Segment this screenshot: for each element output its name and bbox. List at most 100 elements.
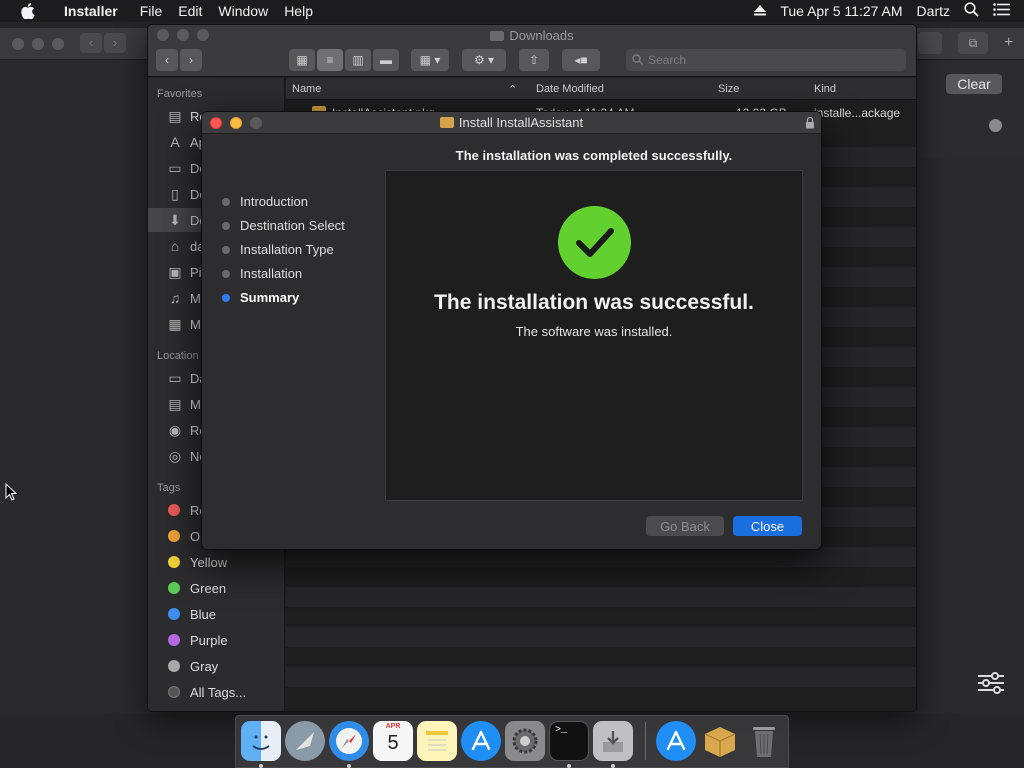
eject-icon[interactable] — [754, 3, 767, 19]
tags-header: Tags — [157, 482, 181, 494]
terminal-icon[interactable]: >_ — [549, 721, 589, 761]
sliders-icon[interactable] — [978, 672, 1004, 697]
step-installation-type: Installation Type — [222, 242, 334, 257]
running-indicator — [611, 764, 615, 768]
cd-icon: ◉ — [168, 421, 182, 438]
notification-close-icon[interactable] — [989, 119, 1002, 132]
bg-back-icon[interactable]: ‹ — [80, 33, 102, 53]
sidebar-tag-gray[interactable]: Gray — [148, 654, 285, 678]
sort-chevron-up-icon[interactable]: ⌃ — [508, 83, 517, 96]
bg-close-button[interactable] — [12, 38, 24, 50]
running-indicator — [567, 764, 571, 768]
bg-minimize-button[interactable] — [32, 38, 44, 50]
menu-datetime[interactable]: Tue Apr 5 11:27 AM — [780, 3, 902, 19]
tag-color-icon — [168, 634, 180, 646]
notes-icon[interactable] — [417, 721, 457, 761]
bg-tabs-icon[interactable]: ⧉ — [958, 32, 988, 54]
step-label: Destination Select — [240, 218, 345, 233]
sidebar-tag-purple[interactable]: Purple — [148, 628, 285, 652]
sidebar-all-tags[interactable]: All Tags... — [148, 680, 285, 704]
gallery-view-icon[interactable]: ▬ — [373, 49, 399, 71]
step-destination-select: Destination Select — [222, 218, 345, 233]
step-label: Installation Type — [240, 242, 334, 257]
all-tags-icon — [168, 686, 180, 698]
installer-heading: The installation was completed successfu… — [455, 148, 733, 163]
share-icon[interactable]: ⇧ — [519, 49, 549, 71]
menu-file[interactable]: File — [132, 3, 171, 19]
apple-menu-icon[interactable] — [0, 3, 56, 19]
tag-color-icon — [168, 660, 180, 672]
column-size[interactable]: Size — [718, 83, 739, 95]
sidebar-item-label: Purple — [190, 632, 228, 648]
empty-row — [286, 667, 916, 687]
notification-center-icon[interactable] — [993, 3, 1010, 19]
finder-title: Downloads — [148, 25, 916, 47]
success-title: The installation was successful. — [434, 291, 754, 314]
sidebar-item-label: M — [190, 316, 201, 332]
sidebar-item-label: All Tags... — [190, 684, 247, 700]
computer-icon: ▭ — [168, 369, 182, 386]
menu-app-name[interactable]: Installer — [56, 3, 132, 19]
sidebar-tag-yellow[interactable]: Yellow — [148, 550, 285, 574]
sidebar-item-label: Yellow — [190, 554, 228, 570]
app-store-icon[interactable] — [461, 721, 501, 761]
bg-share-icon[interactable] — [918, 32, 942, 54]
column-view-icon[interactable]: ▥ — [345, 49, 371, 71]
column-kind[interactable]: Kind — [814, 83, 836, 95]
close-button[interactable]: Close — [733, 516, 802, 536]
disk-icon: ▤ — [168, 395, 182, 412]
icon-view-icon[interactable]: ▦ — [289, 49, 315, 71]
running-indicator — [259, 764, 263, 768]
column-name[interactable]: Name — [292, 83, 321, 95]
sidebar-tag-green[interactable]: Green — [148, 576, 285, 600]
clear-button[interactable]: Clear — [946, 74, 1002, 94]
edit-tags-icon[interactable]: ◂■ — [562, 49, 600, 71]
forward-icon[interactable]: › — [180, 49, 202, 71]
success-subtitle: The software was installed. — [515, 324, 673, 339]
system-preferences-icon[interactable] — [505, 721, 545, 761]
sidebar-item-label: M — [190, 290, 201, 306]
menu-edit[interactable]: Edit — [170, 3, 210, 19]
sidebar-item-label: Pi — [190, 264, 202, 280]
running-indicator — [347, 764, 351, 768]
pictures-icon: ▣ — [168, 263, 182, 280]
step-dot-icon — [222, 269, 230, 278]
installer-window: Install InstallAssistant The installatio… — [201, 111, 822, 550]
bg-new-tab-icon[interactable]: + — [1004, 34, 1013, 52]
tag-color-icon — [168, 530, 180, 542]
sidebar-item-label: Gray — [190, 658, 219, 674]
column-date-modified[interactable]: Date Modified — [536, 83, 604, 95]
applications-icon: A — [170, 134, 180, 150]
menu-user[interactable]: Dartz — [917, 3, 950, 19]
finder-icon[interactable] — [241, 721, 281, 761]
trash-icon[interactable] — [744, 721, 784, 761]
app-store-download-icon[interactable] — [656, 721, 696, 761]
menu-bar: Installer File Edit Window Help Tue Apr … — [0, 0, 1024, 22]
dock: APR 5 >_ — [235, 715, 789, 768]
calendar-icon[interactable]: APR 5 — [373, 721, 413, 761]
menu-help[interactable]: Help — [276, 3, 321, 19]
safari-icon[interactable] — [329, 721, 369, 761]
step-installation: Installation — [222, 266, 302, 281]
music-icon: ♫ — [169, 290, 181, 306]
bg-zoom-button[interactable] — [52, 38, 64, 50]
spotlight-search-icon[interactable] — [964, 2, 979, 20]
launchpad-icon[interactable] — [285, 721, 325, 761]
success-checkmark-icon — [558, 206, 631, 279]
step-active-dot-icon — [222, 293, 230, 302]
package-icon[interactable] — [700, 721, 740, 761]
sidebar-tag-blue[interactable]: Blue — [148, 602, 285, 626]
back-icon[interactable]: ‹ — [156, 49, 178, 71]
bg-forward-icon[interactable]: › — [104, 33, 126, 53]
column-header: Name ⌃ Date Modified Size Kind — [286, 78, 916, 100]
installer-icon[interactable] — [593, 721, 633, 761]
lock-icon — [805, 116, 815, 132]
step-dot-icon — [222, 221, 230, 230]
desktop-icon: ▭ — [168, 159, 182, 176]
finder-search-input[interactable]: Search — [626, 49, 906, 71]
list-view-icon[interactable]: ≡ — [317, 49, 343, 71]
menu-window[interactable]: Window — [210, 3, 276, 19]
search-placeholder: Search — [648, 53, 687, 67]
group-by-icon[interactable]: ▦ ▾ — [411, 49, 449, 71]
action-gear-icon[interactable]: ⚙ ▾ — [462, 49, 506, 71]
